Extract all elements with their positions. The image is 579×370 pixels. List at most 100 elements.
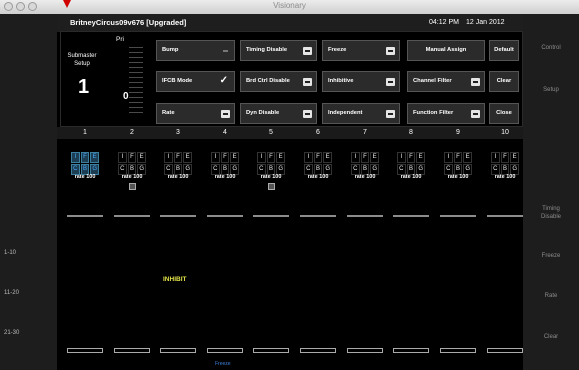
channel-function-grid[interactable]: IFE CBG [397,152,425,175]
submaster-label: Submaster Setup [64,52,100,68]
function-filter-dropdown[interactable]: Function Filter [407,103,485,124]
column-number: 9 [456,129,460,136]
channel-status-icon [267,183,275,190]
menu-clear[interactable]: Clear [523,333,579,341]
inhibitive-dropdown[interactable]: Inhibitive [322,71,400,92]
range-21-30[interactable]: 21-30 [4,330,19,336]
clock-time: 04:12 PM [429,19,459,26]
menu-timing-line1: Timing [542,206,560,212]
ifcb-mode-label: IFCB Mode [162,78,193,84]
dropdown-arrow-icon [303,47,312,55]
range-1-10[interactable]: 1-10 [4,250,16,256]
column-number: 8 [409,129,413,136]
dyn-disable-dropdown[interactable]: Dyn Disable [240,103,317,124]
manual-assign-button[interactable]: Manual Assign [407,40,485,61]
fader-handle[interactable] [160,348,196,353]
channel-cell[interactable]: IFE CBG rate 100 [160,152,196,180]
channel-cell[interactable]: IFE CBG rate 100 [487,152,523,180]
bump-label: Bump [162,47,179,53]
channel-function-grid[interactable]: IFE CBG [304,152,332,175]
channel-cell[interactable]: IFE CBG rate 100 [347,152,383,180]
clear-label: Clear [496,78,512,84]
fader-line[interactable] [67,215,103,217]
channel-function-grid[interactable]: IFE CBG [164,152,192,175]
channel-function-grid[interactable]: IFE CBG [444,152,472,175]
menu-control[interactable]: Control [523,44,579,52]
fader-handle[interactable] [207,348,243,353]
fader-handle[interactable] [67,348,103,353]
fader-line[interactable] [393,215,429,217]
channel-cell[interactable]: IFE CBG rate 100 [253,152,289,190]
column-number: 2 [130,129,134,136]
channel-cell[interactable]: IFE CBG rate 100 [67,152,103,180]
submaster-number[interactable]: 1 [78,76,89,99]
dropdown-arrow-icon [386,110,395,118]
default-button[interactable]: Default [489,40,519,61]
fader-handle[interactable] [253,348,289,353]
bump-dropdown[interactable]: Bump [156,40,235,61]
independent-dropdown[interactable]: Independent [322,103,400,124]
dropdown-arrow-icon [221,47,230,55]
fader-handle[interactable] [440,348,476,353]
inhibit-label: INHIBIT [163,276,187,283]
menu-rate[interactable]: Rate [523,292,579,300]
column-number: 10 [501,129,509,136]
channel-cell[interactable]: IFE CBG rate 100 [300,152,336,180]
ifcb-mode-toggle[interactable]: IFCB Mode ✓ [156,71,235,92]
priority-scale[interactable] [129,43,143,117]
column-number: 3 [176,129,180,136]
submaster-label-line1: Submaster [67,53,97,59]
channel-function-grid[interactable]: IFE CBG [257,152,285,175]
column-number: 5 [269,129,273,136]
timing-disable-label: Timing Disable [246,47,288,53]
channel-function-grid[interactable]: IFE CBG [118,152,146,175]
channel-function-grid[interactable]: IFE CBG [491,152,519,175]
close-label: Close [496,110,512,116]
channel-function-grid[interactable]: IFE CBG [351,152,379,175]
fader-handle[interactable] [393,348,429,353]
channel-cell[interactable]: IFE CBG rate 100 [207,152,243,180]
window-titlebar: Visionary [0,0,579,15]
channel-cell[interactable]: IFE CBG rate 100 [440,152,476,180]
fader-handle[interactable] [300,348,336,353]
column-number: 7 [363,129,367,136]
manual-assign-label: Manual Assign [425,47,467,53]
menu-setup[interactable]: Setup [523,86,579,94]
clear-button[interactable]: Clear [489,71,519,92]
brd-ctrl-disable-dropdown[interactable]: Brd Ctrl Disable [240,71,317,92]
channel-cell[interactable]: IFE CBG rate 100 [114,152,150,190]
channel-function-grid[interactable]: IFE CBG [71,152,99,175]
dropdown-arrow-icon [471,78,480,86]
window-title: Visionary [273,1,306,10]
close-button[interactable]: Close [489,103,519,124]
channel-cell[interactable]: IFE CBG rate 100 [393,152,429,180]
rate-dropdown[interactable]: Rate [156,103,235,124]
fader-handle[interactable] [114,348,150,353]
dropdown-arrow-icon [303,110,312,118]
fader-line[interactable] [114,215,150,217]
menu-timing-line2: Disable [540,214,561,220]
dropdown-arrow-icon [386,47,395,55]
timing-disable-dropdown[interactable]: Timing Disable [240,40,317,61]
fader-handle[interactable] [347,348,383,353]
show-name: BritneyCircus09v676 [Upgraded] [70,18,187,27]
fader-line[interactable] [347,215,383,217]
menu-freeze[interactable]: Freeze [523,252,579,260]
freeze-dropdown[interactable]: Freeze [322,40,400,61]
channel-filter-dropdown[interactable]: Channel Filter [407,71,485,92]
right-panel [523,14,579,370]
menu-timing-disable[interactable]: Timing Disable [523,205,579,221]
independent-label: Independent [328,110,363,116]
channel-function-grid[interactable]: IFE CBG [211,152,239,175]
dropdown-arrow-icon [303,78,312,86]
column-number-strip: 1 2 3 4 5 6 7 8 9 10 [57,127,523,139]
fader-line[interactable] [440,215,476,217]
fader-line[interactable] [300,215,336,217]
fader-line[interactable] [253,215,289,217]
column-number: 1 [83,129,87,136]
fader-handle[interactable] [487,348,523,353]
fader-line[interactable] [487,215,523,217]
fader-line[interactable] [160,215,196,217]
fader-line[interactable] [207,215,243,217]
range-11-20[interactable]: 11-20 [4,290,19,296]
